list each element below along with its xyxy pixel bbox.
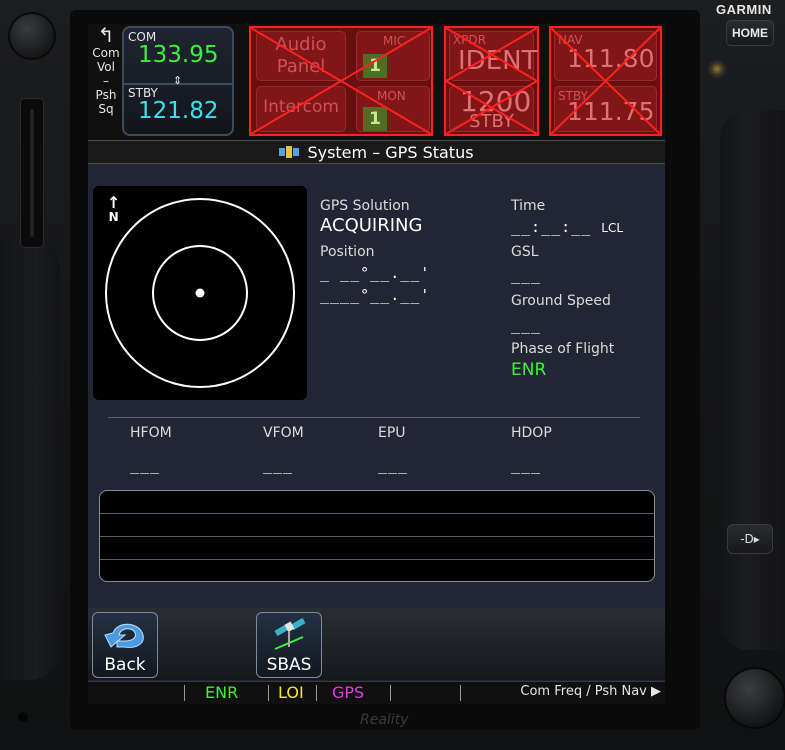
com-vol-button[interactable]: ↰ Com Vol – Psh Sq bbox=[90, 24, 122, 140]
sky-view-rings bbox=[105, 198, 295, 388]
epu-label: EPU bbox=[378, 425, 406, 441]
top-bar: ↰ Com Vol – Psh Sq COM 133.95 ⇕ STBY 121… bbox=[88, 24, 665, 140]
home-button[interactable]: HOME bbox=[726, 20, 774, 46]
volume-knob[interactable] bbox=[8, 12, 56, 60]
phase-of-flight-value: ENR bbox=[511, 360, 547, 380]
light-sensor bbox=[708, 60, 726, 78]
page-title: System – GPS Status bbox=[307, 142, 474, 162]
transponder-group[interactable]: XPDR IDENT 1200 STBY bbox=[444, 26, 539, 136]
hfom-value: ___ bbox=[130, 456, 161, 474]
page-title-bar: System – GPS Status bbox=[88, 140, 665, 164]
failure-x-icon bbox=[446, 28, 537, 134]
longitude-value: ____°__.__' bbox=[320, 286, 431, 304]
watermark: Reality bbox=[360, 712, 409, 728]
sd-card-slot bbox=[20, 98, 44, 248]
return-arrow-icon: ↰ bbox=[97, 24, 115, 47]
display-screen: ↰ Com Vol – Psh Sq COM 133.95 ⇕ STBY 121… bbox=[88, 24, 665, 704]
vfom-value: ___ bbox=[263, 456, 294, 474]
concentric-knob[interactable] bbox=[724, 667, 785, 729]
hdop-label: HDOP bbox=[511, 425, 552, 441]
failure-x-icon bbox=[551, 28, 660, 134]
gsl-value: ___ bbox=[511, 266, 542, 284]
loi-annunciator: LOI bbox=[278, 683, 304, 702]
ground-speed-value: ___ bbox=[511, 316, 542, 334]
hdop-value: ___ bbox=[511, 456, 542, 474]
audio-panel-group[interactable]: Audio Panel Intercom MIC 1 MON 1 bbox=[249, 26, 433, 136]
satellite-icon bbox=[279, 146, 300, 158]
phase-of-flight-label: Phase of Flight bbox=[511, 341, 615, 357]
gps-annunciator: GPS bbox=[332, 683, 365, 702]
softkey-bar: Back SBAS bbox=[88, 608, 665, 680]
direct-to-button[interactable]: -D▸ bbox=[727, 524, 773, 554]
satellite-icon bbox=[274, 617, 306, 650]
signal-strength-bars bbox=[99, 490, 655, 582]
com-active-frequency: 133.95 bbox=[138, 42, 219, 68]
epu-value: ___ bbox=[378, 456, 409, 474]
gps-solution-value: ACQUIRING bbox=[320, 215, 423, 236]
back-arrow-icon bbox=[104, 623, 144, 648]
gps-solution-label: GPS Solution bbox=[320, 198, 410, 214]
ground-speed-label: Ground Speed bbox=[511, 293, 611, 309]
gsl-label: GSL bbox=[511, 244, 539, 260]
garmin-logo: GARMIN bbox=[716, 2, 772, 17]
time-value: __:__:__ LCL bbox=[511, 218, 624, 236]
satellite-sky-view: ↑ N bbox=[93, 186, 307, 400]
com-standby-frequency: 121.82 bbox=[138, 98, 219, 124]
time-label: Time bbox=[511, 198, 546, 214]
flight-phase-annunciator: ENR bbox=[205, 683, 239, 702]
swap-icon[interactable]: ⇕ bbox=[173, 74, 182, 87]
com-freq-hint[interactable]: Com Freq / Psh Nav ▶ bbox=[520, 684, 661, 699]
back-button[interactable]: Back bbox=[92, 612, 158, 678]
hfom-label: HFOM bbox=[130, 425, 172, 441]
sbas-button[interactable]: SBAS bbox=[256, 612, 322, 678]
nav-frequency-group[interactable]: NAV 111.80 STBY 111.75 bbox=[549, 26, 662, 136]
position-label: Position bbox=[320, 244, 375, 260]
vfom-label: VFOM bbox=[263, 425, 304, 441]
latitude-value: _ __°__.__' bbox=[320, 264, 431, 282]
failure-x-icon bbox=[251, 28, 431, 134]
status-bar: ENR LOI GPS Com Freq / Psh Nav ▶ bbox=[88, 681, 665, 704]
com-frequency-box[interactable]: COM 133.95 ⇕ STBY 121.82 bbox=[122, 26, 234, 136]
